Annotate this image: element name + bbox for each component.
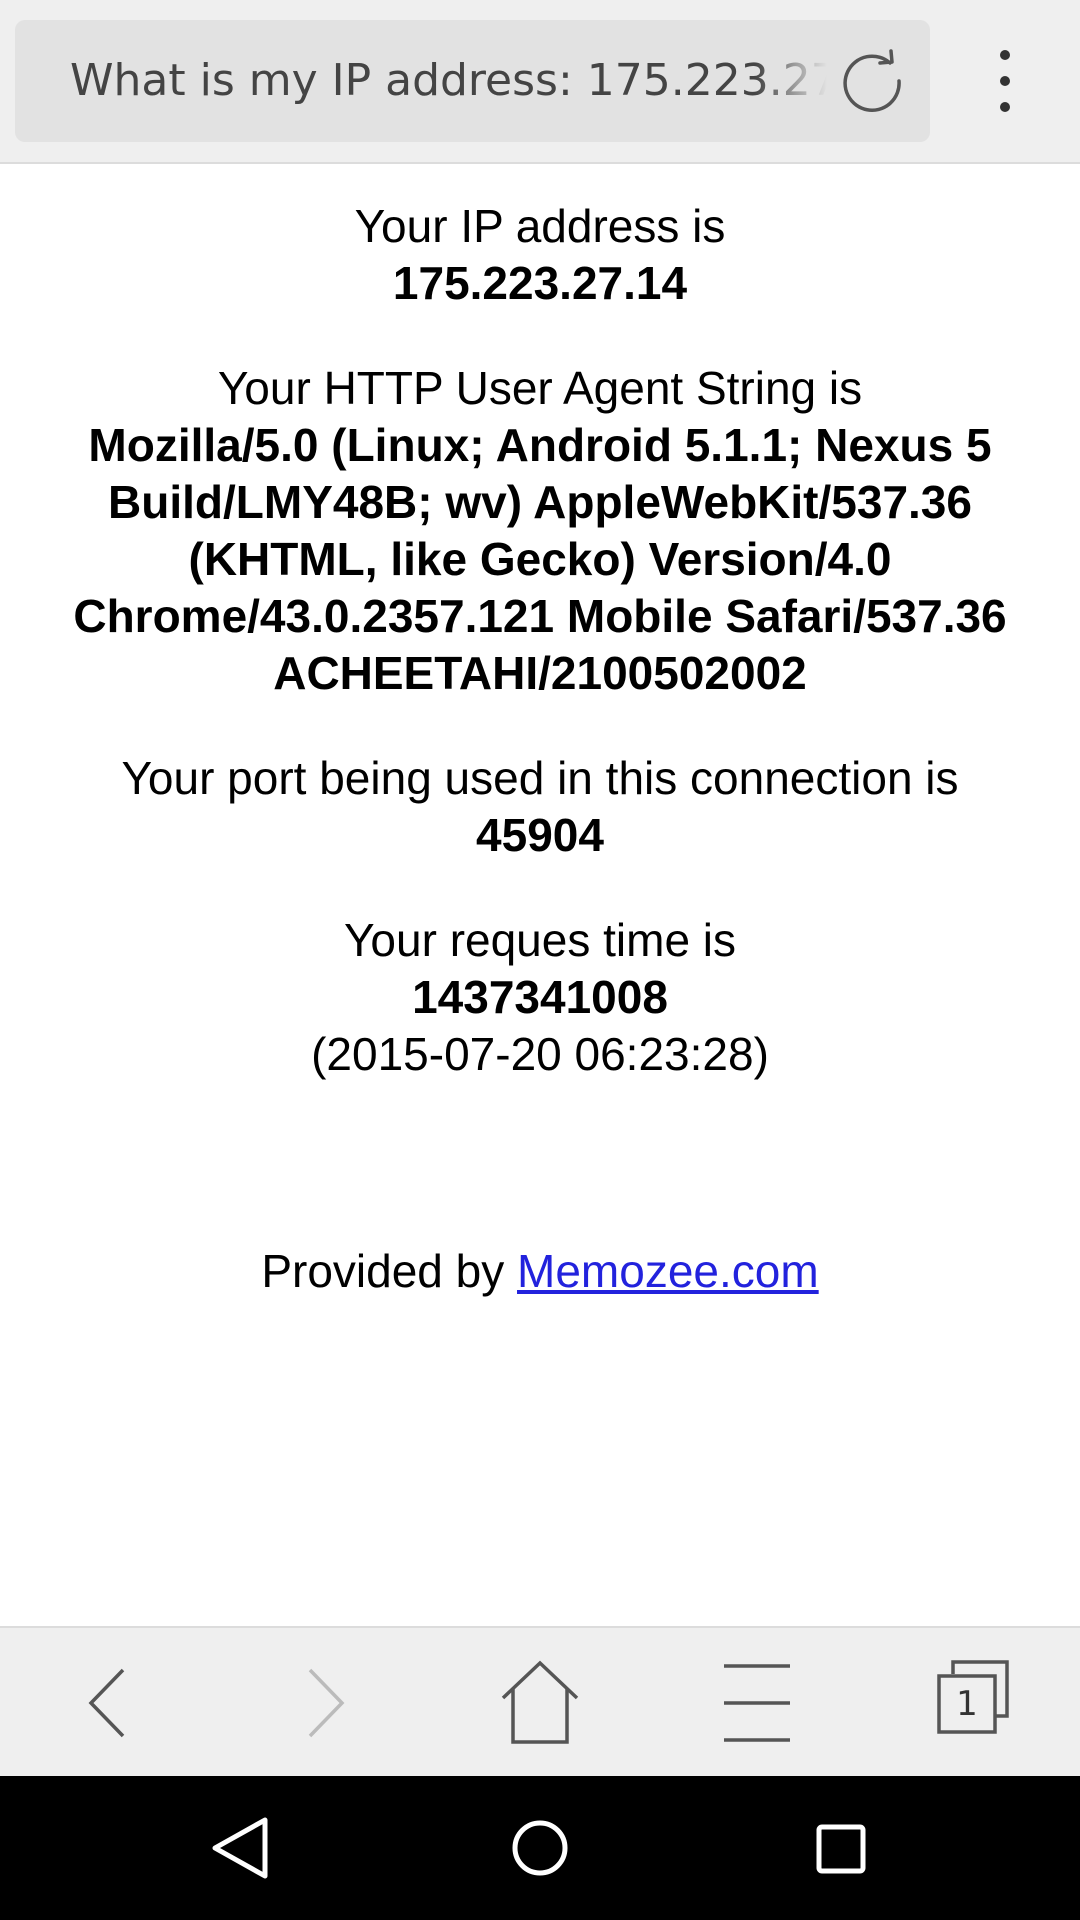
time-label: Your reques time is bbox=[343, 914, 737, 966]
system-nav-bar bbox=[0, 1776, 1080, 1920]
more-vert-icon[interactable] bbox=[975, 45, 1035, 117]
ip-label: Your IP address is bbox=[354, 200, 726, 252]
user-agent-value: Mozilla/5.0 (Linux; Android 5.1.1; Nexus… bbox=[73, 419, 1007, 699]
port-value: 45904 bbox=[476, 809, 604, 861]
page-content: Your IP address is 175.223.27.14 Your HT… bbox=[0, 166, 1080, 1300]
ip-value: 175.223.27.14 bbox=[392, 257, 688, 309]
provider-link[interactable]: Memozee.com bbox=[517, 1245, 819, 1297]
menu-icon[interactable] bbox=[712, 1658, 802, 1748]
time-readable: (2015-07-20 06:23:28) bbox=[311, 1028, 769, 1080]
tabs-button[interactable]: 1 bbox=[927, 1658, 1017, 1748]
nav-back-icon[interactable] bbox=[199, 1806, 283, 1890]
home-icon[interactable] bbox=[495, 1658, 585, 1748]
url-bar[interactable]: What is my IP address: 175.223.27.14 bbox=[15, 20, 930, 142]
time-section: Your reques time is 1437341008 (2015-07-… bbox=[0, 912, 1080, 1083]
reload-icon[interactable] bbox=[840, 49, 904, 113]
ip-section: Your IP address is 175.223.27.14 bbox=[0, 198, 1080, 312]
user-agent-label: Your HTTP User Agent String is bbox=[217, 362, 863, 414]
user-agent-section: Your HTTP User Agent String is Mozilla/5… bbox=[0, 360, 1080, 702]
port-label: Your port being used in this connection … bbox=[121, 752, 959, 804]
back-icon[interactable] bbox=[63, 1658, 153, 1748]
tab-count: 1 bbox=[956, 1684, 978, 1724]
nav-home-icon[interactable] bbox=[498, 1806, 582, 1890]
nav-recents-icon[interactable] bbox=[798, 1806, 882, 1890]
forward-icon[interactable] bbox=[280, 1658, 370, 1748]
browser-top-bar: What is my IP address: 175.223.27.14 bbox=[0, 0, 1080, 164]
port-section: Your port being used in this connection … bbox=[0, 750, 1080, 864]
url-fade bbox=[755, 20, 845, 142]
provided-by-text: Provided by bbox=[261, 1245, 505, 1297]
provided-by-line: Provided by Memozee.com bbox=[0, 1243, 1080, 1300]
time-value: 1437341008 bbox=[412, 971, 668, 1023]
url-text[interactable]: What is my IP address: 175.223.27.14 bbox=[70, 20, 840, 142]
browser-bottom-toolbar: 1 bbox=[0, 1626, 1080, 1776]
